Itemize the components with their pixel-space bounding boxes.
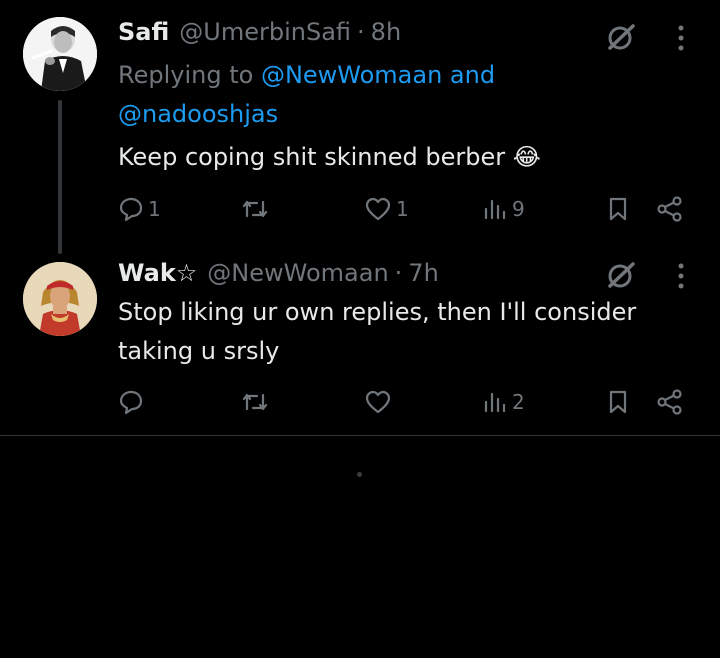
bookmark-button[interactable] [606, 382, 630, 422]
views-button[interactable]: 9 [482, 189, 525, 229]
display-name[interactable]: Safi [118, 18, 169, 46]
mention-newwomaan[interactable]: @NewWomaan [261, 61, 442, 89]
views-count: 9 [512, 197, 525, 221]
replying-to-prefix: Replying to [118, 61, 261, 89]
reply-count: 1 [148, 197, 161, 221]
repost-icon [242, 200, 268, 218]
post-text: Stop liking ur own replies, then I'll co… [118, 298, 637, 365]
grok-icon[interactable] [606, 22, 636, 52]
repost-button[interactable] [241, 189, 273, 229]
views-button[interactable]: 2 [482, 382, 525, 422]
bookmark-button[interactable] [606, 189, 630, 229]
more-dots-icon[interactable] [674, 24, 688, 52]
share-button[interactable] [656, 189, 684, 229]
bookmark-icon [609, 197, 627, 221]
reply-button[interactable]: 1 [118, 189, 161, 229]
reply-post-safi[interactable]: Safi @UmerbinSafi · 8h Replying to @NewW… [0, 0, 720, 254]
action-bar: 2 [0, 382, 720, 422]
mention-and[interactable]: and [442, 61, 495, 89]
action-bar: 1 1 9 [0, 189, 720, 229]
avatar-safi[interactable] [23, 17, 97, 91]
post-text: Keep coping shit skinned berber 😂 [118, 143, 541, 171]
share-button[interactable] [656, 382, 684, 422]
post-header: Wak☆ @NewWomaan · 7h [118, 259, 439, 287]
user-handle[interactable]: @NewWomaan [207, 259, 388, 287]
timestamp[interactable]: 7h [408, 259, 438, 287]
views-bar-icon [484, 199, 506, 220]
user-handle[interactable]: @UmerbinSafi [179, 18, 351, 46]
avatar-painting-image [23, 262, 97, 336]
avatar-wak[interactable] [23, 262, 97, 336]
repost-icon [242, 393, 268, 411]
views-bar-icon [484, 392, 506, 413]
repost-button[interactable] [241, 382, 273, 422]
display-name[interactable]: Wak☆ [118, 259, 197, 287]
like-button[interactable]: 1 [364, 189, 409, 229]
more-dots-icon[interactable] [674, 262, 688, 290]
heart-icon [365, 197, 391, 221]
post-header: Safi @UmerbinSafi · 8h [118, 18, 401, 46]
timestamp[interactable]: 8h [371, 18, 401, 46]
thread-connector-line [58, 100, 62, 254]
reply-bubble-icon [119, 197, 143, 222]
views-count: 2 [512, 390, 525, 414]
heart-icon [365, 390, 391, 414]
like-button[interactable] [364, 382, 396, 422]
share-icon [657, 196, 682, 222]
grok-icon[interactable] [606, 260, 636, 290]
replying-to-line: Replying to @NewWomaan and @nadooshjas [118, 56, 618, 134]
reply-post-wak[interactable]: Wak☆ @NewWomaan · 7h Stop liking ur own … [0, 250, 720, 435]
bookmark-icon [609, 390, 627, 414]
loading-indicator [357, 472, 362, 477]
reply-button[interactable] [118, 382, 148, 422]
reply-bubble-icon [119, 390, 143, 415]
like-count: 1 [396, 197, 409, 221]
separator-dot: · [357, 18, 365, 46]
post-divider [0, 435, 720, 436]
avatar-portrait-image [23, 17, 97, 91]
share-icon [657, 389, 682, 415]
separator-dot: · [394, 259, 403, 287]
mention-nadooshjas[interactable]: @nadooshjas [118, 100, 278, 128]
